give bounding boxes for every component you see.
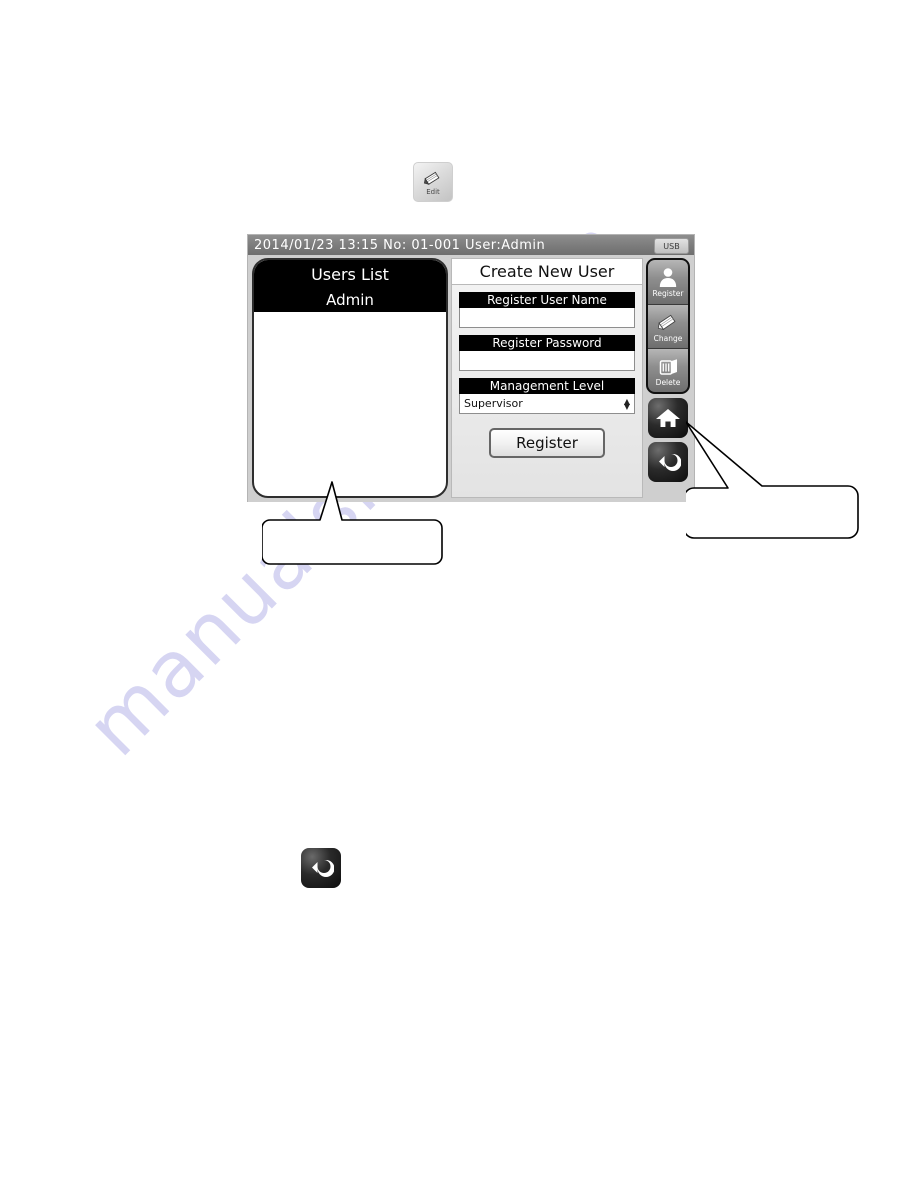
sidebar-button-group: Register Change Delete	[646, 258, 690, 394]
sidebar-item-home[interactable]	[648, 398, 688, 438]
sidebar-item-back[interactable]	[648, 442, 688, 482]
person-icon	[659, 268, 677, 287]
register-password-label: Register Password	[459, 335, 635, 351]
management-level-label: Management Level	[459, 378, 635, 394]
register-user-name-field-block: Register User Name	[459, 292, 635, 328]
management-level-value: Supervisor	[464, 397, 523, 410]
sidebar-item-change-label: Change	[653, 333, 683, 343]
sidebar-item-delete-label: Delete	[655, 377, 681, 387]
trash-icon	[659, 358, 677, 375]
management-level-field-block: Management Level Supervisor ▲ ▼	[459, 378, 635, 414]
register-password-input[interactable]	[459, 351, 635, 371]
home-icon	[656, 409, 680, 427]
back-arrow-icon	[659, 454, 681, 471]
register-submit-button[interactable]: Register	[489, 428, 605, 458]
back-icon-button[interactable]	[301, 848, 341, 888]
sidebar-item-register[interactable]: Register	[648, 260, 688, 304]
pencil-icon	[657, 314, 676, 330]
sidebar-item-delete[interactable]: Delete	[648, 348, 688, 392]
device-screen: 2014/01/23 13:15 No: 01-001 User:Admin U…	[247, 234, 695, 502]
create-user-form: Create New User Register User Name Regis…	[451, 258, 643, 498]
status-bar: 2014/01/23 13:15 No: 01-001 User:Admin U…	[248, 235, 694, 255]
status-bar-text: 2014/01/23 13:15 No: 01-001 User:Admin	[254, 237, 546, 253]
register-user-name-input[interactable]	[459, 308, 635, 328]
register-password-field-block: Register Password	[459, 335, 635, 371]
users-list-panel: Users List Admin	[252, 258, 448, 498]
device-sidebar: Register Change Delete	[645, 258, 691, 498]
users-list-title: Users List	[254, 260, 446, 288]
back-arrow-icon	[312, 860, 334, 877]
sidebar-item-register-label: Register	[652, 289, 684, 298]
usb-badge[interactable]: USB	[654, 238, 689, 254]
list-item[interactable]: Admin	[254, 288, 446, 312]
callout-right	[686, 421, 859, 539]
register-user-name-label: Register User Name	[459, 292, 635, 308]
form-title: Create New User	[452, 259, 642, 285]
management-level-select[interactable]: Supervisor ▲ ▼	[459, 394, 635, 414]
pencil-icon	[423, 171, 440, 185]
spinner-updown-icon[interactable]: ▲ ▼	[624, 397, 630, 410]
edit-icon-button[interactable]: Edit	[413, 162, 453, 202]
device-body: Users List Admin Create New User Registe…	[248, 255, 694, 502]
edit-icon-label: Edit	[426, 187, 440, 196]
sidebar-item-change[interactable]: Change	[648, 304, 688, 348]
